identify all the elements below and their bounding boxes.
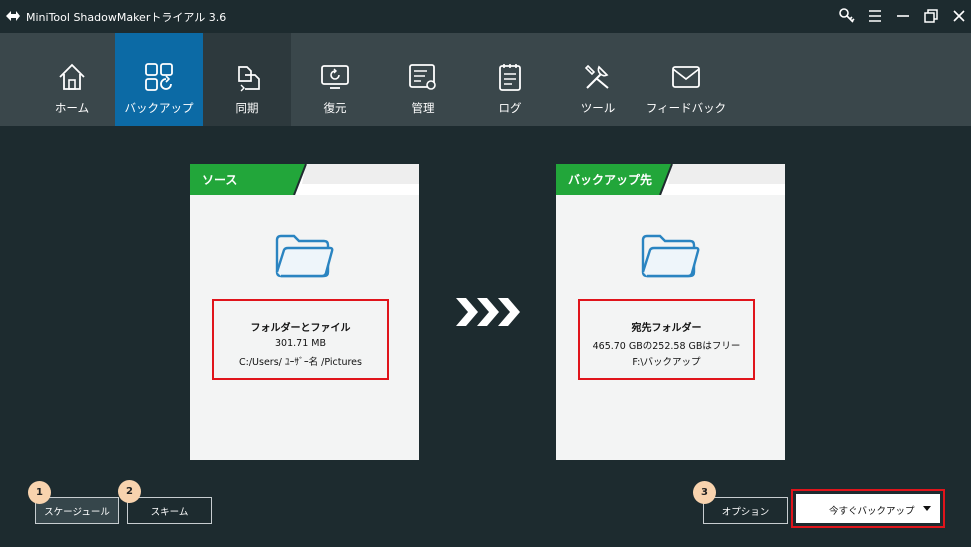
log-icon — [494, 61, 526, 93]
source-size: 301.71 MB — [275, 338, 326, 349]
folder-icon — [641, 234, 700, 278]
main-nav: ホーム バックアップ 同期 復元 管理 ログ ツール フィードバック — [0, 33, 971, 126]
scheme-button[interactable]: スキーム — [127, 497, 212, 524]
step-badge-3: 3 — [693, 481, 716, 504]
schedule-button[interactable]: スケージュール — [35, 497, 119, 524]
home-icon — [56, 61, 88, 93]
source-header-label: ソース — [202, 173, 238, 187]
destination-card-header: バックアップ先 — [556, 164, 785, 195]
restore-window-icon[interactable] — [922, 7, 940, 25]
backup-icon — [143, 61, 175, 93]
window-title: MiniTool ShadowMakerトライアル 3.6 — [26, 11, 227, 24]
menu-icon[interactable] — [866, 7, 884, 25]
source-selection-box[interactable]: フォルダーとファイル 301.71 MB C:/Users/ ﾕｰｻﾞｰ名 /P… — [212, 299, 389, 380]
nav-label: 復元 — [323, 101, 347, 115]
restore-icon — [319, 61, 351, 93]
source-title: フォルダーとファイル — [250, 323, 351, 334]
nav-label: フィードバック — [645, 101, 727, 115]
source-path: C:/Users/ ﾕｰｻﾞｰ名 /Pictures — [239, 357, 362, 368]
key-icon[interactable] — [838, 7, 856, 25]
source-card-header: ソース — [190, 164, 419, 195]
manage-icon — [407, 61, 439, 93]
nav-label: ログ — [498, 101, 522, 115]
nav-label: 同期 — [235, 101, 259, 115]
destination-title: 宛先フォルダー — [631, 323, 702, 334]
close-icon[interactable] — [950, 7, 968, 25]
nav-backup[interactable]: バックアップ — [115, 33, 203, 126]
chevron-arrows-icon — [456, 298, 520, 326]
mail-icon — [670, 61, 702, 93]
destination-selection-box[interactable]: 宛先フォルダー 465.70 GBの252.58 GBはフリー F:\バックアッ… — [578, 299, 755, 380]
destination-card[interactable]: バックアップ先 宛先フォルダー 465.70 GBの252.58 GBはフリー … — [556, 164, 785, 460]
minimize-icon[interactable] — [894, 7, 912, 25]
sync-icon — [231, 61, 263, 93]
nav-log[interactable]: ログ — [466, 33, 554, 126]
chevron-down-icon[interactable] — [923, 506, 931, 511]
options-button[interactable]: オプション — [703, 497, 788, 524]
step-badge-2: 2 — [118, 480, 141, 503]
title-bar: MiniTool ShadowMakerトライアル 3.6 — [0, 0, 971, 33]
nav-label: ツール — [580, 101, 616, 115]
nav-manage[interactable]: 管理 — [379, 33, 467, 126]
backup-now-button[interactable]: 今すぐバックアップ — [796, 494, 940, 523]
app-logo-icon — [6, 11, 20, 21]
destination-header-label: バックアップ先 — [568, 173, 653, 187]
nav-sync[interactable]: 同期 — [203, 33, 291, 126]
tools-icon — [582, 61, 614, 93]
destination-space: 465.70 GBの252.58 GBはフリー — [592, 341, 741, 352]
nav-home[interactable]: ホーム — [28, 33, 116, 126]
step-badge-1: 1 — [28, 481, 51, 504]
destination-path: F:\バックアップ — [632, 357, 701, 368]
nav-label: 管理 — [411, 101, 435, 115]
folder-icon — [275, 234, 334, 278]
backup-now-label: 今すぐバックアップ — [829, 506, 915, 517]
source-card[interactable]: ソース フォルダーとファイル 301.71 MB C:/Users/ ﾕｰｻﾞｰ… — [190, 164, 419, 460]
nav-label: バックアップ — [124, 101, 194, 115]
nav-restore[interactable]: 復元 — [291, 33, 379, 126]
nav-label: ホーム — [54, 101, 90, 115]
nav-feedback[interactable]: フィードバック — [642, 33, 730, 126]
nav-tools[interactable]: ツール — [554, 33, 642, 126]
